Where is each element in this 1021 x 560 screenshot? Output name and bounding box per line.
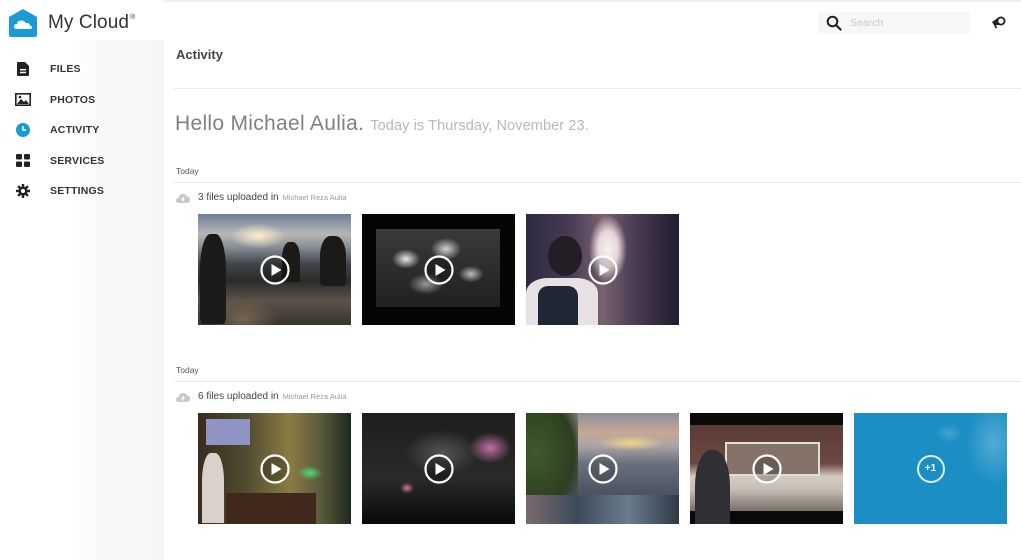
video-thumbnail[interactable]: [526, 413, 679, 524]
sidebar-item-services[interactable]: SERVICES: [0, 146, 164, 177]
page-title: Activity: [176, 47, 223, 62]
cloud-upload-icon: [176, 392, 190, 402]
gear-icon: [15, 183, 31, 199]
search-icon[interactable]: [826, 15, 842, 31]
upload-count-text: 6 files uploaded in: [198, 391, 279, 402]
thumbnail-grid: [198, 214, 690, 325]
file-icon: [15, 61, 31, 77]
trademark-symbol: ®: [130, 14, 136, 21]
play-icon[interactable]: [259, 254, 290, 285]
search-box[interactable]: [818, 12, 970, 34]
video-thumbnail[interactable]: [526, 214, 679, 325]
header-divider: [174, 88, 1021, 89]
search-input[interactable]: [850, 17, 960, 29]
megaphone-icon[interactable]: [989, 13, 1007, 31]
date-text: Today is Thursday, November 23.: [370, 118, 589, 134]
play-icon[interactable]: [423, 254, 454, 285]
sidebar-item-label: FILES: [50, 63, 81, 76]
sidebar-item-label: ACTIVITY: [50, 124, 100, 137]
sidebar: My Cloud® FILES PHOTOS ACTIVITY SERVICES: [0, 0, 164, 560]
sidebar-item-files[interactable]: FILES: [0, 54, 164, 85]
video-thumbnail[interactable]: [690, 413, 843, 524]
play-icon[interactable]: [587, 254, 618, 285]
more-files-tile[interactable]: +1: [854, 413, 1007, 524]
video-thumbnail[interactable]: [362, 413, 515, 524]
clock-icon: [15, 122, 31, 138]
group-divider: [174, 381, 1021, 382]
cloud-home-logo-icon: [9, 9, 37, 37]
upload-location-link[interactable]: Michael Reza Aulia: [283, 193, 347, 202]
thumbnail-grid: +1: [198, 413, 1018, 524]
group-date-label: Today: [176, 365, 199, 375]
play-icon[interactable]: [587, 453, 618, 484]
sidebar-item-settings[interactable]: SETTINGS: [0, 176, 164, 207]
greeting-text: Hello Michael Aulia.: [175, 112, 365, 135]
play-icon[interactable]: [751, 453, 782, 484]
group-date-label: Today: [176, 166, 199, 176]
play-icon[interactable]: [423, 453, 454, 484]
video-thumbnail[interactable]: [198, 214, 351, 325]
sidebar-nav: FILES PHOTOS ACTIVITY SERVICES SETTINGS: [0, 54, 164, 207]
sidebar-item-activity[interactable]: ACTIVITY: [0, 115, 164, 146]
upload-summary: 3 files uploaded in Michael Reza Aulia: [176, 192, 346, 203]
upload-summary: 6 files uploaded in Michael Reza Aulia: [176, 391, 346, 402]
video-thumbnail[interactable]: [362, 214, 515, 325]
cloud-upload-icon: [176, 193, 190, 203]
app-name: My Cloud: [48, 12, 130, 33]
upload-location-link[interactable]: Michael Reza Aulia: [283, 392, 347, 401]
sidebar-item-label: SETTINGS: [50, 185, 105, 198]
sidebar-item-label: SERVICES: [50, 154, 105, 167]
app-logo[interactable]: My Cloud®: [8, 8, 135, 38]
more-count-badge: +1: [916, 454, 945, 483]
play-icon[interactable]: [259, 453, 290, 484]
video-thumbnail[interactable]: [198, 413, 351, 524]
photo-icon: [15, 92, 31, 108]
grid-icon: [15, 153, 31, 169]
sidebar-item-photos[interactable]: PHOTOS: [0, 85, 164, 116]
sidebar-item-label: PHOTOS: [50, 93, 96, 106]
upload-count-text: 3 files uploaded in: [198, 192, 279, 203]
group-divider: [174, 182, 1021, 183]
greeting: Hello Michael Aulia. Today is Thursday, N…: [175, 112, 589, 136]
